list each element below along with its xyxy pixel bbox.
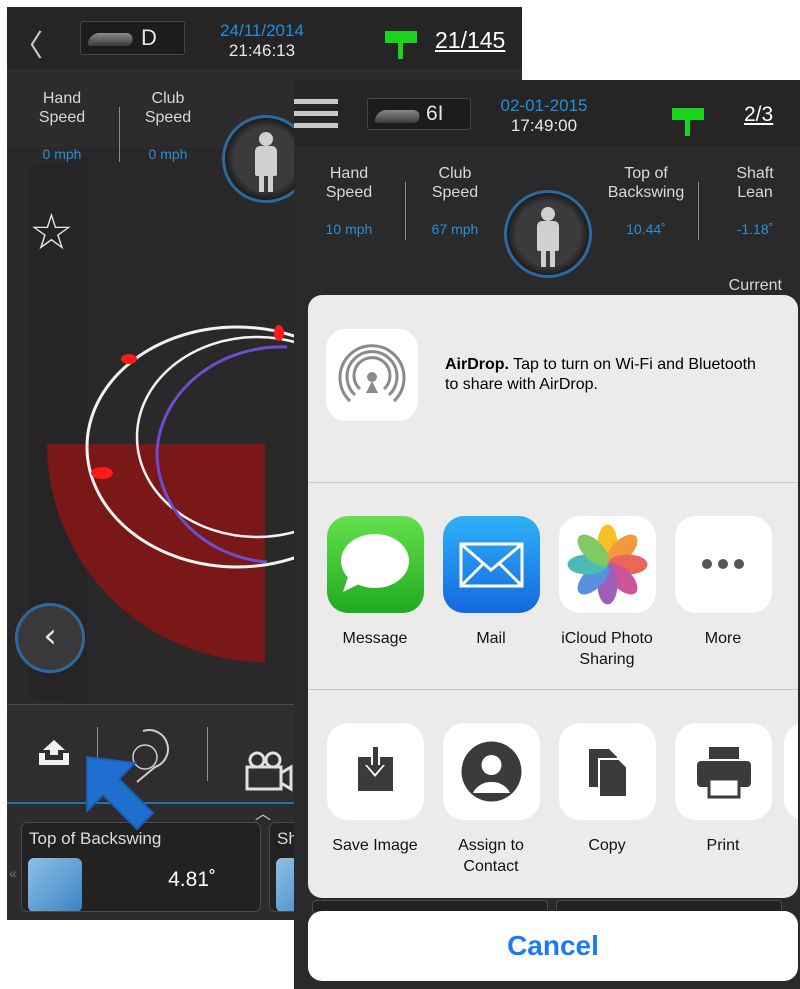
- share-app-more[interactable]: More: [665, 516, 781, 649]
- stat-label: Lean: [737, 184, 773, 201]
- backswing-icon: [28, 858, 82, 911]
- stat-label: Speed: [431, 184, 479, 201]
- toolbar-divider: [207, 727, 208, 781]
- stat-shaft-lean: Shaft Lean -1.18˚: [719, 164, 791, 239]
- driver-icon: [86, 33, 136, 46]
- session-date: 24/11/2014: [220, 21, 304, 40]
- stat-divider: [119, 107, 120, 162]
- action-assign-to-contact[interactable]: Assign to Contact: [433, 723, 549, 877]
- stat-label: Top of: [624, 165, 668, 182]
- save-image-icon: [326, 723, 424, 820]
- contact-icon: [442, 723, 540, 820]
- stat-label: Hand: [329, 165, 369, 182]
- marker-top: [121, 354, 137, 364]
- action-label: Copy: [588, 837, 626, 854]
- session-time: 17:49:00: [510, 116, 578, 135]
- pointer-arrow-icon: [86, 755, 155, 831]
- print-icon: [674, 723, 772, 820]
- more-actions-peek: [784, 723, 798, 820]
- foreground-app-screen: 6I 02-01-2015 17:49:00 2/3 Hand Speed 10…: [294, 80, 800, 989]
- app-label: Message: [342, 630, 408, 647]
- stat-divider: [405, 182, 406, 240]
- marker-impact: [91, 467, 113, 479]
- mail-icon: [442, 516, 540, 613]
- stat-label: Speed: [38, 109, 86, 126]
- stat-label: Club: [151, 90, 185, 107]
- session-time: 21:46:13: [228, 41, 296, 60]
- stat-value: 10 mph: [325, 221, 373, 237]
- stat-hand-speed: Hand Speed 10 mph: [314, 164, 384, 239]
- airdrop-button[interactable]: [326, 329, 418, 421]
- current-label: Current: [728, 277, 782, 294]
- stat-value: 10.44˚: [626, 221, 666, 237]
- tiles-left-chevron-icon[interactable]: «: [9, 865, 17, 881]
- stat-divider: [698, 182, 699, 240]
- action-label: Assign to Contact: [458, 837, 524, 875]
- stat-club-speed: Club Speed 0 mph: [133, 89, 203, 164]
- cancel-label: Cancel: [507, 930, 599, 961]
- action-label: Save Image: [332, 837, 418, 854]
- video-camera-icon[interactable]: [243, 751, 293, 797]
- action-copy[interactable]: Copy: [549, 723, 665, 856]
- tile-value: 4.81˚: [168, 868, 216, 891]
- share-actions-row: Save Image Assign to Contact Copy Print: [308, 691, 798, 898]
- share-sheet: AirDrop. Tap to turn on Wi-Fi and Blueto…: [308, 295, 798, 898]
- stat-label: Speed: [325, 184, 373, 201]
- stat-label: Hand: [42, 90, 82, 107]
- menu-icon[interactable]: [294, 99, 338, 135]
- stat-label: Speed: [144, 109, 192, 126]
- photos-icon: [558, 516, 656, 613]
- airdrop-title: AirDrop.: [445, 356, 509, 373]
- airdrop-icon: [338, 344, 406, 403]
- marker-right: [274, 325, 284, 341]
- favorite-star-icon[interactable]: ☆: [29, 207, 74, 257]
- stat-club-speed: Club Speed 67 mph: [420, 164, 490, 239]
- share-apps-row: Message Mail iCloud Photo Sharing More: [308, 484, 798, 690]
- copy-icon: [558, 723, 656, 820]
- stat-value: 67 mph: [431, 221, 479, 237]
- action-label: Print: [706, 837, 740, 854]
- club-selector[interactable]: D: [80, 21, 185, 55]
- iron-icon: [373, 110, 423, 123]
- action-save-image[interactable]: Save Image: [317, 723, 433, 856]
- stat-hand-speed: Hand Speed 0 mph: [27, 89, 97, 164]
- golfer-view-button[interactable]: [504, 190, 592, 278]
- stat-value: 0 mph: [148, 146, 188, 162]
- share-app-icloud-photo-sharing[interactable]: iCloud Photo Sharing: [549, 516, 665, 670]
- club-label: D: [141, 25, 157, 50]
- cancel-button[interactable]: Cancel: [308, 911, 798, 981]
- club-label: 6I: [426, 102, 444, 125]
- expand-chevron-icon[interactable]: ︿: [255, 800, 271, 824]
- share-app-message[interactable]: Message: [317, 516, 433, 649]
- metric-tile-top-of-backswing[interactable]: Top of Backswing 4.81˚: [21, 822, 261, 912]
- previous-chevron-icon[interactable]: ‹: [15, 603, 85, 673]
- stat-label: Backswing: [607, 184, 685, 201]
- share-app-mail[interactable]: Mail: [433, 516, 549, 649]
- stat-label: Club: [438, 165, 472, 182]
- club-selector[interactable]: 6I: [367, 98, 471, 130]
- airdrop-row: AirDrop. Tap to turn on Wi-Fi and Blueto…: [308, 295, 798, 483]
- stat-value: -1.18˚: [736, 221, 774, 237]
- messages-icon: [326, 516, 424, 613]
- action-print[interactable]: Print: [665, 723, 781, 856]
- more-icon: [674, 516, 772, 613]
- stat-label: Shaft: [736, 165, 774, 182]
- app-label: More: [704, 630, 742, 647]
- swing-count[interactable]: 2/3: [744, 103, 773, 127]
- swing-count[interactable]: 21/145: [435, 27, 505, 54]
- back-chevron-icon[interactable]: 〈: [13, 21, 43, 65]
- stat-value: 0 mph: [42, 146, 82, 162]
- app-label: Mail: [476, 630, 506, 647]
- app-label: iCloud Photo Sharing: [561, 630, 653, 668]
- share-tray-icon[interactable]: [37, 738, 71, 766]
- session-date: 02-01-2015: [500, 96, 588, 115]
- airdrop-description: AirDrop. Tap to turn on Wi-Fi and Blueto…: [445, 355, 765, 395]
- stat-top-of-backswing: Top of Backswing 10.44˚: [599, 164, 693, 239]
